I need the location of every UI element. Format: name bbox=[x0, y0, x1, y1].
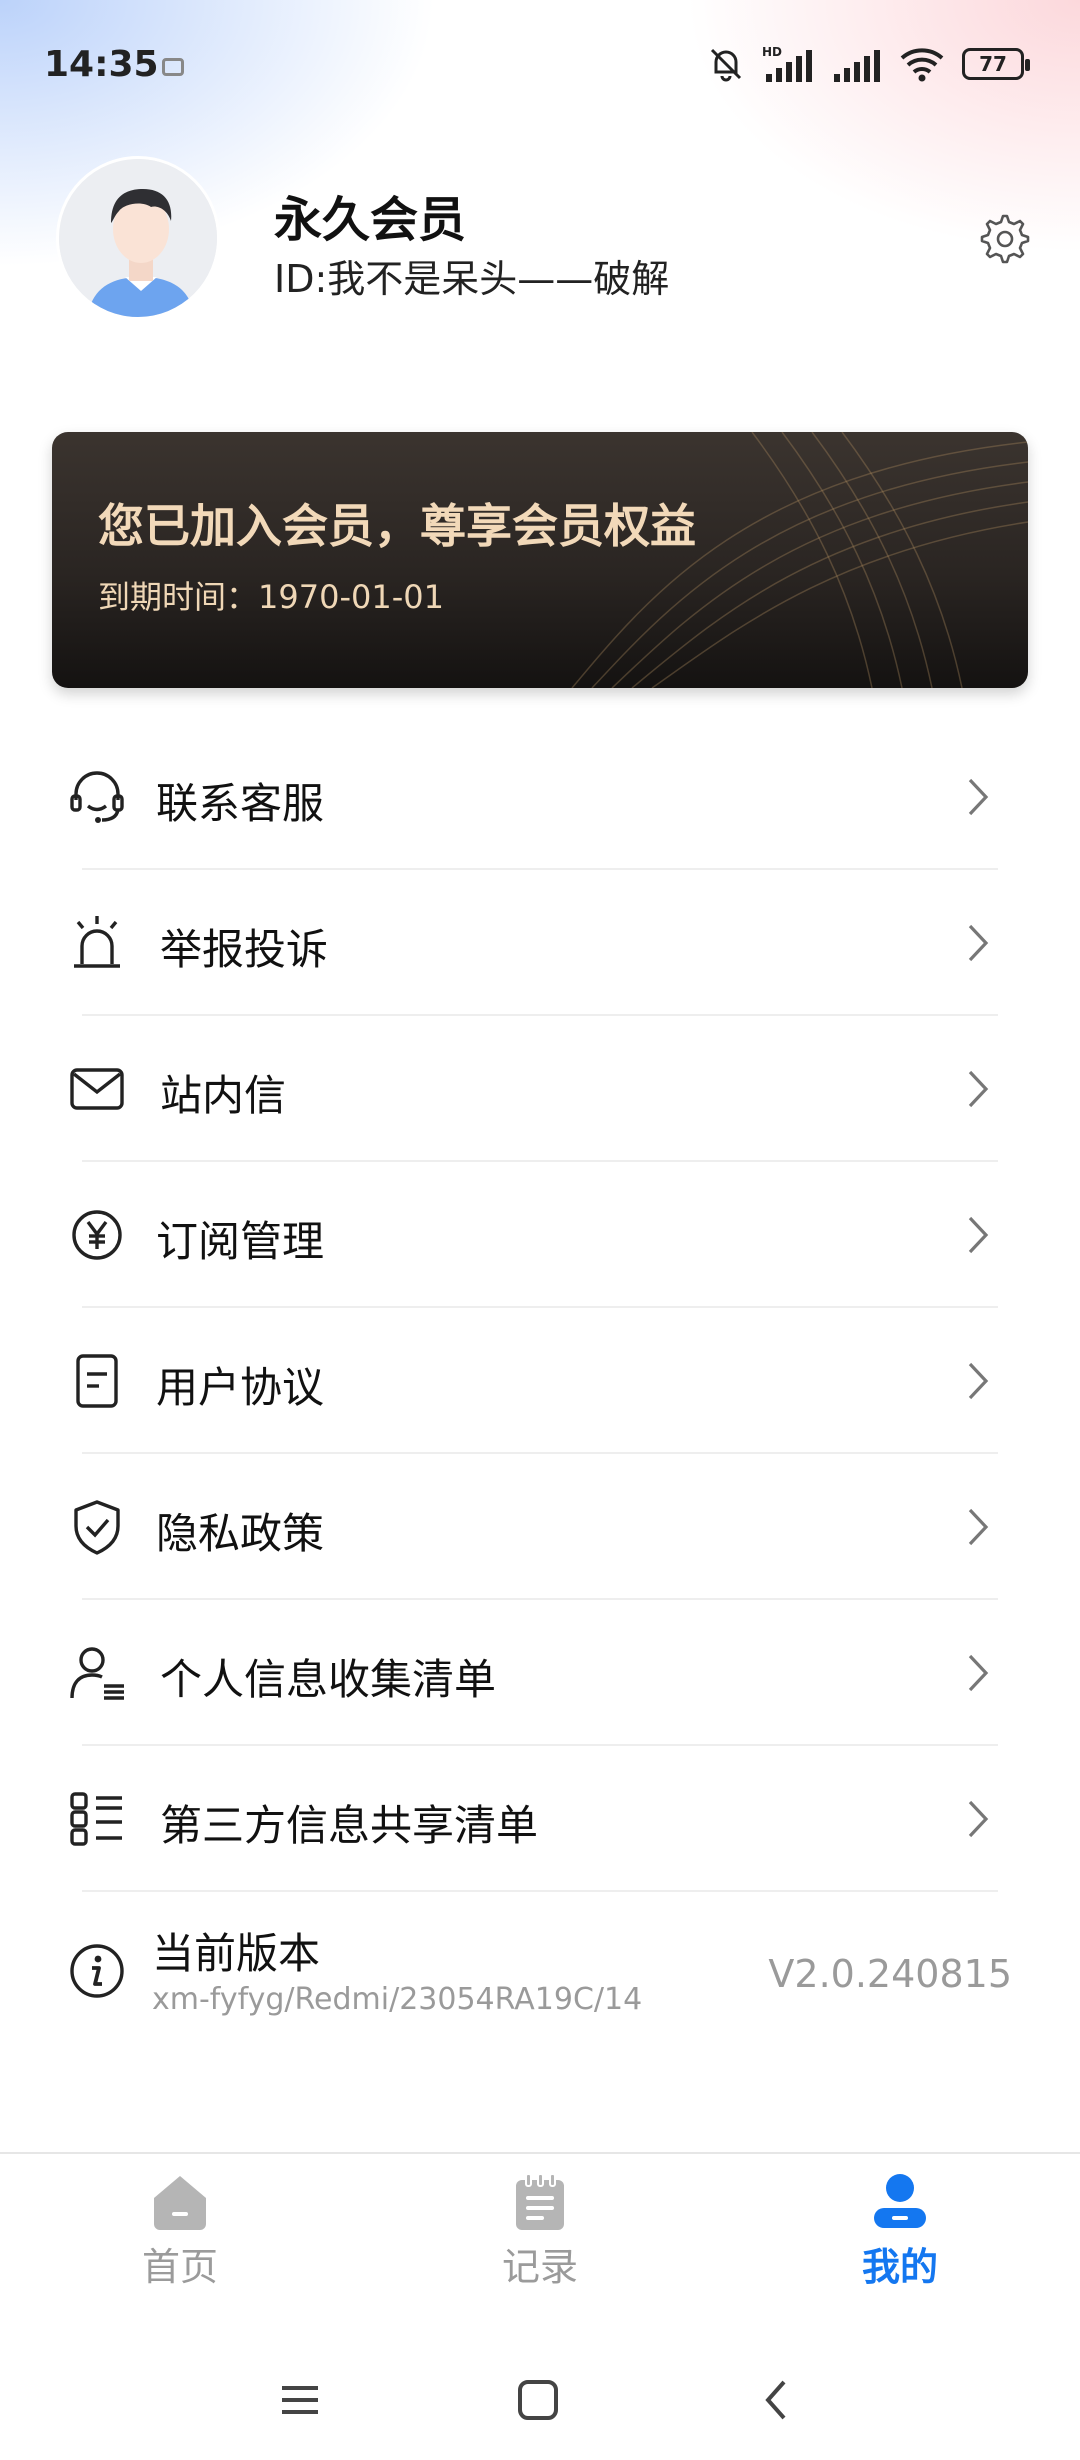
menu-item-personal-info-list[interactable]: 个人信息收集清单 bbox=[0, 1600, 1080, 1746]
yen-circle-icon bbox=[72, 1210, 122, 1260]
member-expire-date: 到期时间：1970-01-01 bbox=[98, 578, 444, 616]
chevron-right-icon bbox=[968, 1508, 989, 1546]
status-icons: HD 77 bbox=[706, 44, 1030, 84]
card-wave-decoration bbox=[571, 432, 1028, 688]
menu-item-third-party-sharing[interactable]: 第三方信息共享清单 bbox=[0, 1746, 1080, 1892]
tab-records[interactable]: 记录 bbox=[440, 2170, 640, 2310]
user-id: ID:我不是呆头——破解 bbox=[274, 257, 670, 301]
chevron-right-icon bbox=[968, 1362, 989, 1400]
member-title: 永久会员 bbox=[274, 192, 467, 248]
mute-bell-icon bbox=[710, 48, 742, 82]
info-icon bbox=[70, 1944, 124, 1998]
menu-item-label: 第三方信息共享清单 bbox=[160, 1801, 539, 1850]
user-list-icon bbox=[70, 1647, 124, 1700]
tab-home-label: 首页 bbox=[141, 2245, 218, 2289]
chevron-right-icon bbox=[968, 778, 989, 816]
document-icon bbox=[76, 1354, 118, 1408]
tab-mine[interactable]: 我的 bbox=[800, 2170, 1000, 2310]
battery-icon: 77 bbox=[962, 48, 1030, 80]
avatar[interactable] bbox=[56, 156, 220, 320]
menu-item-subscription[interactable]: 订阅管理 bbox=[0, 1162, 1080, 1308]
notepad-icon bbox=[516, 2173, 564, 2230]
menu-item-inbox[interactable]: 站内信 bbox=[0, 1016, 1080, 1162]
gear-icon bbox=[980, 214, 1030, 264]
menu-icon[interactable] bbox=[270, 2370, 330, 2430]
menu-item-report[interactable]: 举报投诉 bbox=[0, 870, 1080, 1016]
menu-item-label: 隐私政策 bbox=[156, 1509, 325, 1558]
wifi-icon bbox=[900, 48, 944, 82]
profile-icon bbox=[874, 2174, 926, 2228]
version-build: xm-fyfyg/Redmi/23054RA19C/14 bbox=[152, 1982, 643, 2017]
home-button-icon[interactable] bbox=[508, 2370, 568, 2430]
member-card[interactable]: 您已加入会员，尊享会员权益 到期时间：1970-01-01 bbox=[52, 432, 1028, 688]
network-badge: HD bbox=[762, 45, 782, 59]
shield-check-icon bbox=[74, 1500, 120, 1555]
chevron-right-icon bbox=[968, 1070, 989, 1108]
menu-item-label: 个人信息收集清单 bbox=[160, 1655, 497, 1704]
menu-item-label: 联系客服 bbox=[156, 779, 325, 828]
list-icon bbox=[70, 1792, 122, 1846]
back-icon[interactable] bbox=[748, 2370, 808, 2430]
settings-button[interactable] bbox=[978, 212, 1032, 266]
notification-icon bbox=[162, 58, 184, 76]
menu-item-contact-service[interactable]: 联系客服 bbox=[0, 724, 1080, 870]
version-value: V2.0.240815 bbox=[768, 1952, 1012, 1996]
chevron-right-icon bbox=[968, 1216, 989, 1254]
tab-records-label: 记录 bbox=[501, 2245, 578, 2289]
mail-icon bbox=[70, 1068, 124, 1110]
tab-home[interactable]: 首页 bbox=[80, 2170, 280, 2310]
menu-item-label: 用户协议 bbox=[156, 1363, 325, 1412]
settings-menu: 联系客服 举报投诉 站内信 订阅管理 用户协议 隐私政策 个人信息收集清单 第三… bbox=[0, 724, 1080, 1892]
member-headline: 您已加入会员，尊享会员权益 bbox=[98, 499, 696, 553]
signal-icon bbox=[834, 50, 880, 82]
chevron-right-icon bbox=[968, 1800, 989, 1838]
divider bbox=[82, 1890, 998, 1892]
chevron-right-icon bbox=[968, 924, 989, 962]
chevron-right-icon bbox=[968, 1654, 989, 1692]
menu-item-privacy-policy[interactable]: 隐私政策 bbox=[0, 1454, 1080, 1600]
headset-icon bbox=[70, 771, 124, 823]
home-icon bbox=[154, 2176, 206, 2230]
bottom-nav: 首页 记录 我的 bbox=[0, 2152, 1080, 2316]
signal-hd-icon: HD bbox=[762, 45, 812, 82]
menu-item-label: 订阅管理 bbox=[156, 1217, 325, 1266]
menu-item-label: 举报投诉 bbox=[160, 925, 329, 974]
menu-item-label: 站内信 bbox=[160, 1071, 287, 1120]
alarm-icon bbox=[74, 916, 120, 968]
user-avatar-icon bbox=[59, 159, 217, 317]
tab-mine-label: 我的 bbox=[861, 2245, 938, 2289]
version-label: 当前版本 bbox=[152, 1929, 321, 1978]
version-row: 当前版本 xm-fyfyg/Redmi/23054RA19C/14 V2.0.2… bbox=[0, 1896, 1080, 2046]
status-time: 14:35 bbox=[44, 44, 159, 85]
status-bar: 14:35 HD 77 bbox=[0, 0, 1080, 136]
menu-item-user-agreement[interactable]: 用户协议 bbox=[0, 1308, 1080, 1454]
system-nav-bar bbox=[0, 2340, 1080, 2460]
